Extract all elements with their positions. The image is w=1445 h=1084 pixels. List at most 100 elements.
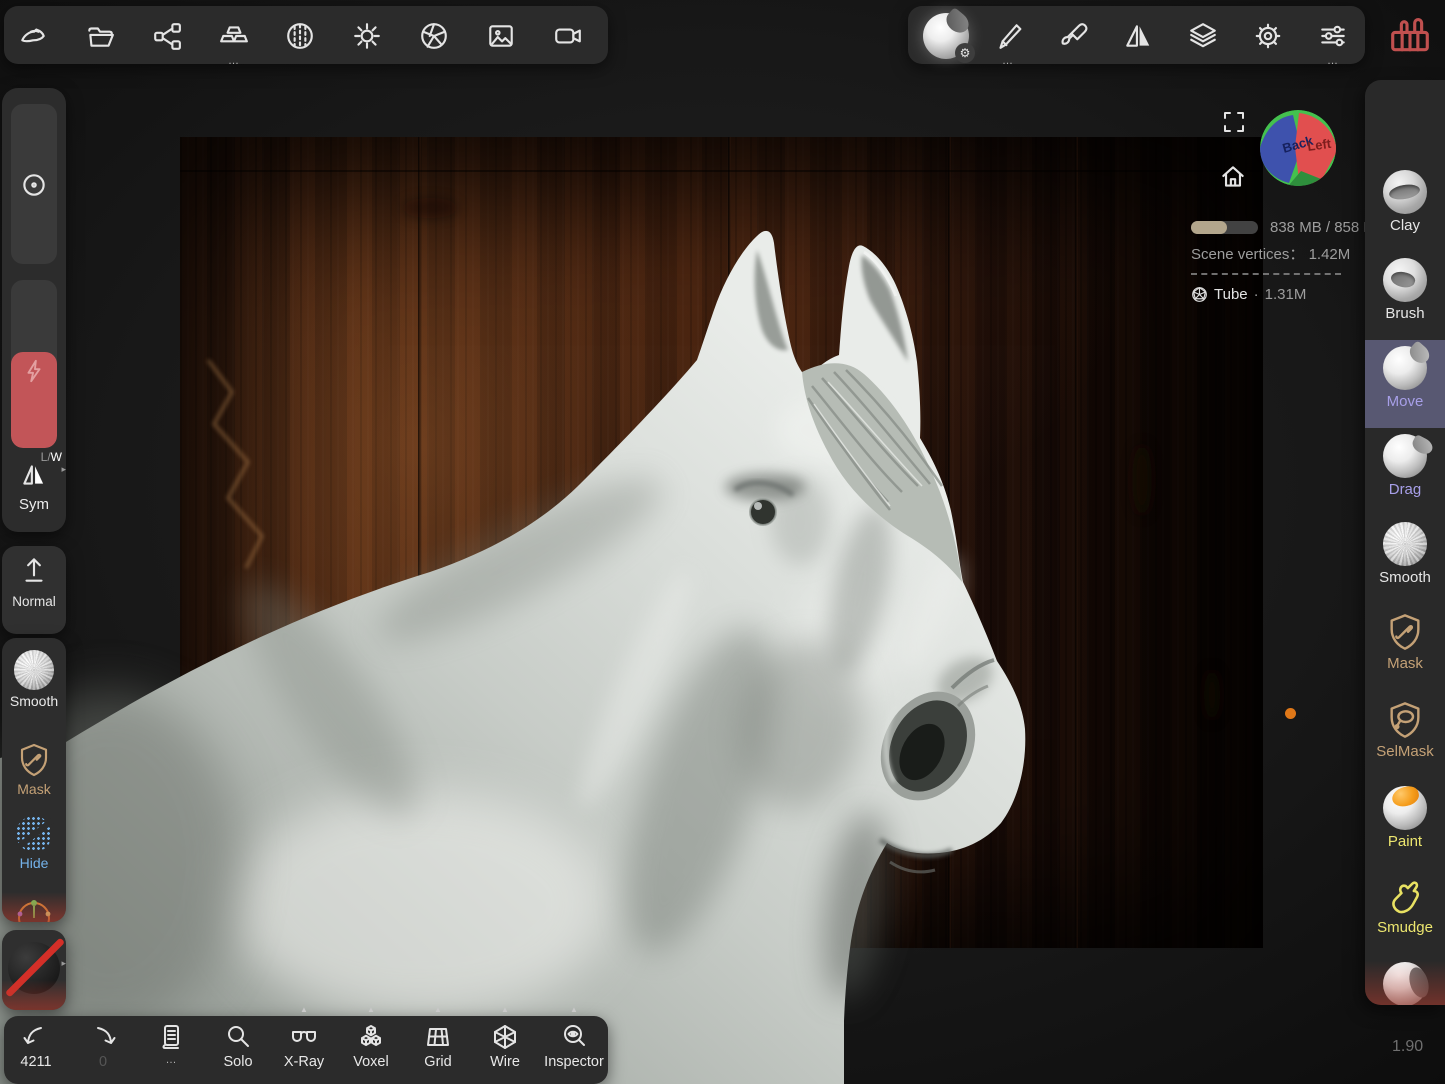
app-logo-icon[interactable]: [11, 12, 55, 60]
symmetry-mirror-icon[interactable]: [1116, 12, 1160, 60]
snapshot-accent-dot[interactable]: [1285, 708, 1296, 719]
camera-icon[interactable]: [546, 12, 590, 60]
tool-label: Brush: [1365, 305, 1445, 322]
memory-bar: [1191, 221, 1258, 234]
symmetry-button-icon[interactable]: [2, 460, 66, 495]
tool-smudge[interactable]: Smudge: [1365, 868, 1445, 956]
scene-vertices-text: Scene vertices： 1.42M: [1191, 243, 1350, 264]
background-image-icon[interactable]: [479, 12, 523, 60]
left-quick-tools-panel: Smooth Mask Hide: [2, 638, 66, 922]
wood-seam: [418, 137, 421, 948]
primitives-icon[interactable]: …: [212, 12, 256, 60]
home-view-icon[interactable]: [1218, 162, 1248, 197]
open-file-icon[interactable]: [78, 12, 122, 60]
smooth-sphere-icon: [1383, 522, 1427, 566]
solo-label: Solo: [208, 1054, 268, 1070]
wire-button[interactable]: ▲ Wire: [475, 1016, 535, 1084]
interface-sliders-icon[interactable]: …: [1311, 12, 1355, 60]
mask-shield-icon: [17, 742, 51, 778]
top-left-toolbar: …: [4, 6, 608, 64]
clay-sphere-icon: [1383, 170, 1427, 214]
redo-button[interactable]: 0: [73, 1016, 133, 1084]
history-notes-button[interactable]: …: [141, 1016, 201, 1084]
more-indicator: …: [1311, 55, 1355, 67]
postprocess-icon[interactable]: [412, 12, 456, 60]
brush-sphere-icon: [1383, 258, 1427, 302]
tool-smooth[interactable]: Smooth: [1365, 516, 1445, 604]
popup-caret-icon: ▲: [341, 1005, 401, 1014]
object-separator: ·: [1254, 286, 1259, 303]
more-indicator: …: [212, 55, 256, 67]
undo-button[interactable]: 4211: [6, 1016, 66, 1084]
selmask-shield-icon: [1386, 700, 1424, 740]
planar-sphere-icon: [1383, 962, 1427, 1005]
popup-caret-icon: ▲: [274, 1005, 334, 1014]
memory-usage-text: 838 MB / 858 MB: [1270, 219, 1365, 236]
stroke-mode-panel[interactable]: Normal: [2, 546, 66, 634]
stroke-pencil-icon[interactable]: …: [986, 12, 1030, 60]
tool-brush[interactable]: Brush: [1365, 252, 1445, 340]
grid-label: Grid: [408, 1054, 468, 1070]
tool-label: Clay: [1365, 217, 1445, 234]
redo-count: 0: [73, 1054, 133, 1070]
inspector-button[interactable]: ▲ Inspector: [540, 1016, 608, 1084]
bottom-toolbar: 4211 0 … Solo ▲ X-Ray ▲ Voxel: [4, 1016, 608, 1084]
tool-label: Smudge: [1365, 919, 1445, 936]
material-sphere-icon: ⚙: [923, 13, 969, 59]
material-gear-badge-icon[interactable]: ⚙: [955, 43, 975, 63]
wood-seam: [1075, 137, 1078, 948]
object-row[interactable]: Tube · 1.31M: [1191, 286, 1306, 303]
matcap-material-icon[interactable]: [278, 12, 322, 60]
layers-icon[interactable]: [1181, 12, 1225, 60]
wood-seam: [728, 137, 731, 948]
paint-brush-icon[interactable]: [1051, 12, 1095, 60]
intensity-slider[interactable]: [11, 280, 57, 448]
quick-tool-smooth[interactable]: Smooth: [2, 650, 66, 709]
tool-mask[interactable]: Mask: [1365, 604, 1445, 692]
quick-tool-hide[interactable]: Hide: [2, 816, 66, 871]
tool-selmask[interactable]: SelMask: [1365, 692, 1445, 780]
tool-planar[interactable]: Planar: [1365, 956, 1445, 1005]
fullscreen-icon[interactable]: [1220, 108, 1248, 141]
quick-tool-gizmo-partial[interactable]: [2, 890, 66, 922]
tool-label: Move: [1365, 393, 1445, 410]
xray-button[interactable]: ▲ X-Ray: [274, 1016, 334, 1084]
orientation-gizmo[interactable]: Back Left: [1259, 109, 1337, 187]
quick-tool-label: Hide: [2, 855, 66, 871]
hide-dotted-icon: [16, 816, 52, 852]
tool-rail: Clay Brush Move Drag Smooth Mask: [1365, 80, 1445, 1005]
settings-gear-icon[interactable]: [1246, 12, 1290, 60]
flyout-arrow-icon: ▸: [61, 958, 66, 969]
quick-tool-mask[interactable]: Mask: [2, 734, 66, 797]
mask-shield-icon: [1386, 612, 1424, 652]
tool-label: Drag: [1365, 481, 1445, 498]
tool-move-selected[interactable]: Move: [1365, 340, 1445, 428]
undo-count: 4211: [6, 1054, 66, 1070]
wood-seam: [948, 137, 951, 948]
wire-sphere-icon: [1191, 286, 1208, 303]
tool-drag[interactable]: Drag: [1365, 428, 1445, 516]
tool-paint[interactable]: Paint: [1365, 780, 1445, 868]
scene-graph-icon[interactable]: [145, 12, 189, 60]
radius-slider[interactable]: [11, 104, 57, 264]
wood-seam: [180, 170, 1263, 172]
memory-bar-fill: [1191, 221, 1227, 234]
intensity-slider-fill: [11, 352, 57, 448]
lighting-icon[interactable]: [345, 12, 389, 60]
drag-sphere-icon: [1383, 434, 1427, 478]
viewport-background-image[interactable]: [180, 137, 1263, 948]
solo-button[interactable]: Solo: [208, 1016, 268, 1084]
material-sphere-button[interactable]: ⚙: [920, 12, 972, 60]
grid-button[interactable]: ▲ Grid: [408, 1016, 468, 1084]
tool-label: Paint: [1365, 833, 1445, 850]
debug-toolbox-icon[interactable]: [1388, 12, 1434, 58]
falloff-selector-panel[interactable]: ▸: [2, 930, 66, 1010]
popup-caret-icon: ▲: [408, 1005, 468, 1014]
normal-arrow-icon: [19, 554, 49, 586]
tool-clay[interactable]: Clay: [1365, 164, 1445, 252]
voxel-button[interactable]: ▲ Voxel: [341, 1016, 401, 1084]
smudge-finger-icon: [1385, 876, 1425, 916]
stroke-mode-label: Normal: [2, 594, 66, 609]
scene-stats: 838 MB / 858 MB Scene vertices： 1.42M Tu…: [1190, 216, 1365, 311]
more-indicator: …: [141, 1054, 201, 1066]
